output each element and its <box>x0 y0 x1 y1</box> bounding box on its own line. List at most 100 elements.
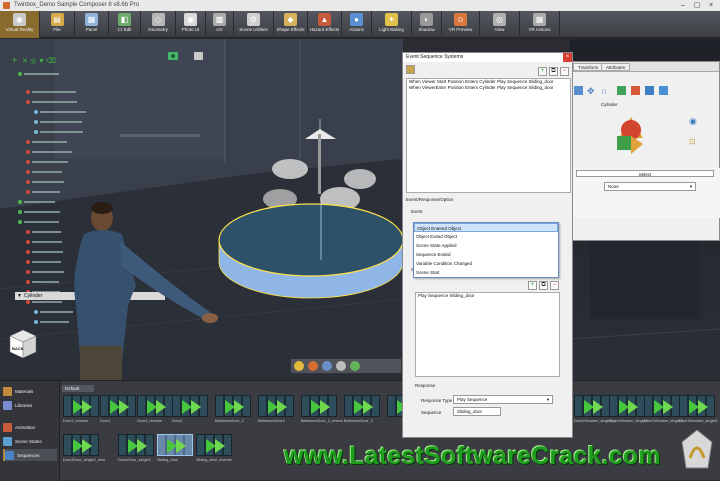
toolbar-button-vr-actions[interactable]: ▦ VR Actions <box>520 11 560 38</box>
copy-event-button[interactable]: ⧉ <box>549 67 558 76</box>
select-icon[interactable] <box>336 361 346 371</box>
sequence-thumbnail[interactable] <box>63 434 99 456</box>
toolbar-button-shadow[interactable]: ◐ Shadow <box>412 11 442 38</box>
scene-tree-item[interactable] <box>18 199 55 204</box>
remove-response-button[interactable]: − <box>550 281 559 290</box>
scene-tree-item[interactable] <box>26 189 60 194</box>
sequence-thumbnail[interactable] <box>63 395 99 417</box>
dropdown-option[interactable]: Object Entered Object <box>414 223 558 232</box>
scene-tree-item[interactable] <box>34 109 86 114</box>
dropdown-option[interactable]: Object Exited Object <box>414 232 558 241</box>
panel-icon: ▦ <box>85 13 98 26</box>
animation-icon <box>3 422 12 432</box>
toolbar-button-scene-utilities[interactable]: ⚙ Scene Utilities <box>234 11 274 38</box>
scene-tree-item[interactable] <box>26 159 68 164</box>
sequence-thumbnail[interactable] <box>301 395 337 417</box>
sequence-thumbnail[interactable] <box>196 434 232 456</box>
maximize-icon[interactable]: ▢ <box>690 0 704 11</box>
scene-tree-item[interactable] <box>18 219 59 224</box>
navigate-icon[interactable] <box>322 361 332 371</box>
sequence-thumbnail[interactable] <box>644 395 680 417</box>
sequence-thumbnail[interactable] <box>609 395 645 417</box>
sequence-thumbnail[interactable] <box>258 395 294 417</box>
object-icon[interactable] <box>308 361 318 371</box>
library-nav-scene-states[interactable]: Scene States <box>3 435 57 447</box>
toolbar-button-cr-edit[interactable]: ◧ Cr Edit <box>109 11 141 38</box>
scene-tree-item[interactable] <box>26 99 77 104</box>
sequence-thumbnail[interactable] <box>157 434 193 456</box>
scene-tree-item[interactable] <box>26 149 72 154</box>
toolbar-button-vr-preview[interactable]: ☺ VR Preview <box>442 11 480 38</box>
lock-icon[interactable]: ⊡ <box>689 137 696 146</box>
response-list[interactable]: Play Sequence Sliding_door <box>415 292 560 377</box>
scene-tree-item[interactable] <box>18 209 60 214</box>
sequence-field[interactable]: Sliding_door <box>453 407 501 416</box>
dropdown-option[interactable]: Scene State Applied <box>414 241 558 250</box>
view-options-icon[interactable] <box>194 52 203 60</box>
dropdown-option[interactable]: Sequence Ended <box>414 250 558 259</box>
scene-tree-item[interactable] <box>26 249 63 254</box>
dropdown-option[interactable]: Scene Start <box>414 268 558 277</box>
event-type-dropdown[interactable]: Object Entered Object Object Exited Obje… <box>413 222 559 278</box>
toolbar-button-hazard-effects[interactable]: ▲ Hazard Effects <box>308 11 342 38</box>
library-nav-sequences[interactable]: Sequences <box>3 449 57 461</box>
eye-icon[interactable]: ◉ <box>689 116 697 126</box>
sequence-thumbnail[interactable] <box>344 395 380 417</box>
add-event-button[interactable]: + <box>538 67 547 76</box>
lightbulb-icon[interactable] <box>294 361 304 371</box>
add-response-button[interactable]: + <box>528 281 537 290</box>
scene-tree-item[interactable] <box>18 71 59 76</box>
dropdown-option[interactable]: Variable Condition Changed <box>414 259 558 268</box>
scene-tree-item[interactable] <box>26 139 67 144</box>
toolbar-button-virtual-reality[interactable]: ◉ Virtual Reality <box>0 11 40 38</box>
close-icon[interactable]: × <box>563 53 572 62</box>
sequence-thumbnail[interactable] <box>679 395 715 417</box>
sequence-thumbnail[interactable] <box>100 395 136 417</box>
avatar-figure[interactable] <box>60 196 225 380</box>
tab-attributes[interactable]: Attributes <box>601 63 631 71</box>
sequence-thumbnail[interactable] <box>118 434 154 456</box>
category-tab[interactable]: Default <box>62 385 94 392</box>
toolbar-button-photo-ui[interactable]: ▣ Photo UI <box>176 11 206 38</box>
tab-transform[interactable]: Transform <box>573 63 604 71</box>
toolbar-button-label: Virtual Reality <box>5 27 34 32</box>
scene-tree-item[interactable] <box>26 239 62 244</box>
scene-tree-item[interactable] <box>26 179 64 184</box>
scene-tree-item[interactable] <box>34 129 83 134</box>
copy-response-button[interactable]: ⧉ <box>539 281 548 290</box>
view-cube[interactable]: BACK <box>8 328 38 360</box>
event-list-item[interactable]: When ViewerEnter Position Enters Cylinde… <box>407 85 570 91</box>
toolbar-button-actions[interactable]: ● Actions <box>342 11 372 38</box>
scene-tree-item[interactable] <box>26 169 62 174</box>
toolbar-button-uv[interactable]: ▩ UV <box>206 11 234 38</box>
toolbar-button-view[interactable]: ◎ View <box>480 11 520 38</box>
toolbar-button-geometry[interactable]: ◇ Geometry <box>141 11 176 38</box>
toolbar-button-file[interactable]: ▤ File <box>40 11 75 38</box>
response-type-select[interactable]: Play Sequence ▼ <box>453 395 553 404</box>
scene-tree-item[interactable] <box>26 89 76 94</box>
event-list[interactable]: When Viewer Start Position Enters Cylind… <box>406 78 571 193</box>
response-list-item[interactable]: Play Sequence Sliding_door <box>416 293 559 299</box>
sequence-thumbnail[interactable] <box>137 395 173 417</box>
toolbar-button-light-baking[interactable]: ✦ Light Baking <box>372 11 412 38</box>
cylinder-object[interactable] <box>216 200 406 315</box>
scene-tree-item[interactable] <box>34 119 82 124</box>
sequence-thumbnail[interactable] <box>215 395 251 417</box>
library-nav-libraries[interactable]: Libraries <box>3 399 57 411</box>
scene-tree-item[interactable] <box>26 259 61 264</box>
dialog-menu-icon[interactable] <box>406 65 415 74</box>
scene-tree-item[interactable] <box>26 279 59 284</box>
sequence-thumbnail[interactable] <box>574 395 610 417</box>
library-nav-materials[interactable]: Materials <box>3 385 57 397</box>
scale-icon[interactable] <box>350 361 360 371</box>
remove-event-button[interactable]: − <box>560 67 569 76</box>
toolbar-button-panel[interactable]: ▦ Panel <box>75 11 109 38</box>
scene-tree-item[interactable] <box>26 229 61 234</box>
properties-dropdown[interactable]: None ▼ <box>604 182 696 191</box>
library-nav-animation[interactable]: Animation <box>3 421 57 433</box>
minimize-icon[interactable]: – <box>676 0 690 11</box>
scene-tree-item[interactable] <box>26 269 64 274</box>
toolbar-button-shape-effects[interactable]: ◆ Shape Effects <box>274 11 308 38</box>
sequence-thumbnail[interactable] <box>172 395 208 417</box>
window-close-icon[interactable]: × <box>704 0 718 11</box>
